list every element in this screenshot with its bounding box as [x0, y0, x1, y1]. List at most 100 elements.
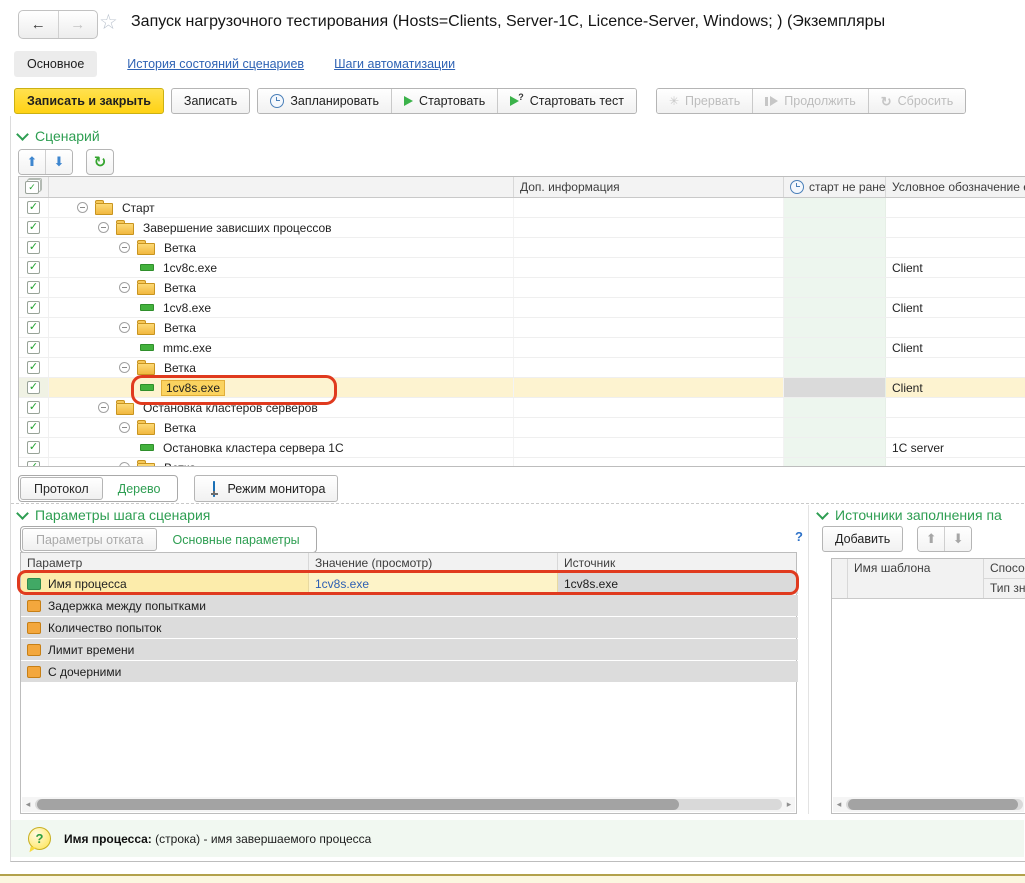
- source-column-header[interactable]: Источник: [558, 553, 798, 572]
- collapse-toggle-icon[interactable]: [119, 462, 130, 467]
- tree-row[interactable]: ✓Завершение зависших процессов: [19, 218, 1025, 238]
- start-button[interactable]: Стартовать: [391, 89, 497, 113]
- tree-row[interactable]: ✓Остановка кластера сервера 1С1C server: [19, 438, 1025, 458]
- param-column-header[interactable]: Параметр: [21, 553, 309, 572]
- row-checkbox[interactable]: ✓: [27, 301, 40, 314]
- monitor-mode-button[interactable]: Режим монитора: [194, 475, 339, 502]
- favorite-star-icon[interactable]: ☆: [99, 10, 118, 35]
- tree-row[interactable]: ✓Ветка: [19, 418, 1025, 438]
- tree-row[interactable]: ✓Ветка: [19, 458, 1025, 467]
- step-params-group-header[interactable]: Параметры шага сценария: [18, 507, 210, 523]
- refresh-button[interactable]: ↻: [86, 149, 114, 175]
- row-checkbox[interactable]: ✓: [27, 381, 40, 394]
- tree-row[interactable]: ✓1cv8s.exeClient: [19, 378, 1025, 398]
- parameter-value-cell[interactable]: 1cv8s.exe: [309, 573, 558, 594]
- clock-icon: [270, 94, 284, 108]
- collapse-toggle-icon[interactable]: [119, 362, 130, 373]
- template-name-column-header[interactable]: Имя шаблона: [848, 559, 984, 598]
- scrollbar-thumb[interactable]: [37, 799, 679, 810]
- collapse-toggle-icon[interactable]: [119, 282, 130, 293]
- parameter-row[interactable]: Имя процесса1cv8s.exe1cv8s.exe: [21, 573, 796, 594]
- tab-main[interactable]: Основное: [14, 51, 97, 77]
- tab-automation-steps[interactable]: Шаги автоматизации: [334, 57, 455, 71]
- move-down-button[interactable]: ⬇: [944, 527, 971, 551]
- tree-row[interactable]: ✓Ветка: [19, 278, 1025, 298]
- tab-rollback-params[interactable]: Параметры отката: [22, 528, 157, 551]
- move-up-button[interactable]: ⬆: [19, 150, 45, 174]
- start-actions-group: Запланировать Стартовать ?Стартовать тес…: [257, 88, 637, 114]
- tree-row[interactable]: ✓Старт: [19, 198, 1025, 218]
- row-checkbox[interactable]: ✓: [27, 341, 40, 354]
- reset-button[interactable]: ↻Сбросить: [868, 89, 965, 113]
- row-checkbox[interactable]: ✓: [27, 221, 40, 234]
- tab-main-params[interactable]: Основные параметры: [157, 533, 314, 547]
- parameter-row[interactable]: Количество попыток: [21, 617, 796, 638]
- continue-button[interactable]: Продолжить: [752, 89, 867, 113]
- row-checkbox[interactable]: ✓: [27, 361, 40, 374]
- select-all-header-cell[interactable]: ✓: [19, 177, 49, 197]
- scrollbar-track[interactable]: [846, 799, 1023, 810]
- start-test-button[interactable]: ?Стартовать тест: [497, 89, 636, 113]
- value-type-column-header[interactable]: Тип знач: [984, 579, 1025, 598]
- row-checkbox[interactable]: ✓: [27, 261, 40, 274]
- tree-row[interactable]: ✓Ветка: [19, 318, 1025, 338]
- method-column-header[interactable]: Способ з: [984, 559, 1025, 579]
- tree-cell: Остановка кластеров серверов: [49, 398, 514, 417]
- value-column-header[interactable]: Значение (просмотр): [309, 553, 558, 572]
- collapse-toggle-icon[interactable]: [119, 322, 130, 333]
- scroll-right-icon[interactable]: ▸: [783, 797, 795, 812]
- panel-splitter[interactable]: [808, 505, 809, 814]
- save-and-close-button[interactable]: Записать и закрыть: [14, 88, 164, 114]
- fill-sources-horizontal-scrollbar[interactable]: ◂: [833, 797, 1024, 812]
- scroll-left-icon[interactable]: ◂: [833, 797, 845, 812]
- move-down-button[interactable]: ⬇: [45, 150, 72, 174]
- row-checkbox[interactable]: ✓: [27, 201, 40, 214]
- row-checkbox[interactable]: ✓: [27, 461, 40, 467]
- fill-sources-group-header[interactable]: Источники заполнения па: [818, 507, 1002, 523]
- collapse-toggle-icon[interactable]: [119, 422, 130, 433]
- scroll-left-icon[interactable]: ◂: [22, 797, 34, 812]
- params-horizontal-scrollbar[interactable]: ◂ ▸: [22, 797, 795, 812]
- tab-scenario-states-history[interactable]: История состояний сценариев: [127, 57, 304, 71]
- row-checkbox[interactable]: ✓: [27, 281, 40, 294]
- tree-row[interactable]: ✓1cv8.exeClient: [19, 298, 1025, 318]
- tab-protocol[interactable]: Протокол: [20, 477, 103, 500]
- tab-tree[interactable]: Дерево: [103, 482, 176, 496]
- scrollbar-track[interactable]: [35, 799, 782, 810]
- parameter-name: Количество попыток: [48, 621, 161, 635]
- forward-button[interactable]: →: [58, 11, 98, 38]
- tree-row[interactable]: ✓mmc.exeClient: [19, 338, 1025, 358]
- symbol-cell: Client: [886, 258, 1025, 277]
- start-not-before-column-header[interactable]: старт не ранее...: [784, 177, 886, 197]
- tree-row[interactable]: ✓1cv8c.exeClient: [19, 258, 1025, 278]
- row-checkbox[interactable]: ✓: [27, 241, 40, 254]
- parameter-row[interactable]: С дочерними: [21, 661, 796, 682]
- row-checkbox[interactable]: ✓: [27, 321, 40, 334]
- parameter-row[interactable]: Задержка между попытками: [21, 595, 796, 616]
- collapse-toggle-icon[interactable]: [98, 402, 109, 413]
- extra-info-column-header[interactable]: Доп. информация: [514, 177, 784, 197]
- symbol-column-header[interactable]: Условное обозначение ед: [886, 177, 1025, 197]
- scrollbar-thumb[interactable]: [848, 799, 1018, 810]
- tree-row[interactable]: ✓Ветка: [19, 238, 1025, 258]
- row-checkbox[interactable]: ✓: [27, 441, 40, 454]
- tree-row[interactable]: ✓ Остановка кластеров серверов: [19, 398, 1025, 418]
- start-not-before-cell: [784, 298, 886, 317]
- marker-column-header[interactable]: [832, 559, 848, 598]
- tree-row[interactable]: ✓Ветка: [19, 358, 1025, 378]
- collapse-toggle-icon[interactable]: [98, 222, 109, 233]
- move-up-button[interactable]: ⬆: [918, 527, 944, 551]
- row-checkbox[interactable]: ✓: [27, 421, 40, 434]
- save-button[interactable]: Записать: [171, 88, 250, 114]
- row-checkbox[interactable]: ✓: [27, 401, 40, 414]
- schedule-button[interactable]: Запланировать: [258, 89, 391, 113]
- back-button[interactable]: ←: [19, 11, 58, 38]
- scenario-group-header[interactable]: Сценарий: [18, 128, 100, 144]
- add-button[interactable]: Добавить: [822, 526, 903, 552]
- collapse-toggle-icon[interactable]: [119, 242, 130, 253]
- interrupt-button[interactable]: ✳Прервать: [657, 89, 752, 113]
- tree-column-header[interactable]: [49, 177, 514, 197]
- collapse-toggle-icon[interactable]: [77, 202, 88, 213]
- parameter-row[interactable]: Лимит времени: [21, 639, 796, 660]
- params-help-link[interactable]: ?: [795, 529, 803, 544]
